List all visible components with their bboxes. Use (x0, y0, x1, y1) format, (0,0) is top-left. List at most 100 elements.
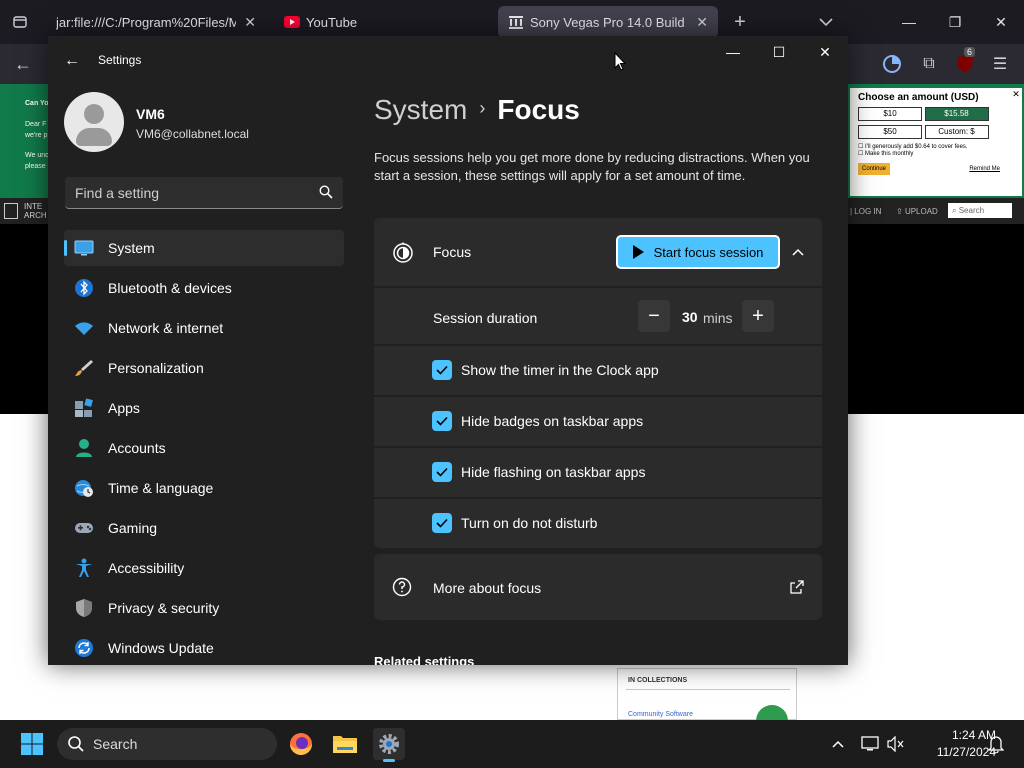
browser-tab-jar[interactable]: jar:file:///C:/Program%20Files/Moz ✕ (46, 6, 266, 38)
option-hide-badges[interactable]: Hide badges on taskbar apps (374, 397, 822, 446)
checkmark-icon (436, 416, 448, 426)
donate-box: Choose an amount (USD) $10 $15.58 $50 Cu… (850, 88, 1022, 196)
nav-item-network[interactable]: Network & internet (64, 310, 344, 346)
decrease-duration-button[interactable]: − (638, 300, 670, 332)
nav-label: Bluetooth & devices (108, 280, 232, 296)
checkmark-icon (436, 518, 448, 528)
option-do-not-disturb[interactable]: Turn on do not disturb (374, 499, 822, 548)
option-hide-flashing[interactable]: Hide flashing on taskbar apps (374, 448, 822, 497)
back-arrow-icon[interactable]: ← (12, 54, 34, 74)
banner-text-line: Can Yo (25, 100, 49, 107)
increase-duration-button[interactable]: + (742, 300, 774, 332)
tab-overview-icon[interactable] (8, 12, 32, 32)
user-email: VM6@collabnet.local (136, 127, 249, 141)
nav-item-gaming[interactable]: Gaming (64, 510, 344, 546)
nav-label: Windows Update (108, 640, 214, 656)
volume-muted-icon[interactable] (886, 734, 906, 754)
nav-label: Accessibility (108, 560, 185, 576)
nav-label: Time & language (108, 480, 214, 496)
chevron-up-icon[interactable] (790, 244, 806, 260)
amount-option[interactable]: $10 (858, 107, 922, 121)
taskbar-search[interactable]: Search (57, 728, 277, 760)
nav-item-bluetooth[interactable]: Bluetooth & devices (64, 270, 344, 306)
breadcrumb-parent[interactable]: System (374, 94, 467, 125)
ublock-icon[interactable]: 6 (954, 47, 976, 75)
option-label: Show the timer in the Clock app (461, 362, 659, 378)
browser-close-icon[interactable]: ✕ (978, 0, 1024, 44)
browser-tab-sony-vegas[interactable]: Sony Vegas Pro 14.0 Build 244 - ✕ (498, 6, 718, 38)
upload-link[interactable]: ⇪ UPLOAD (896, 207, 938, 216)
focus-label: Focus (433, 244, 472, 260)
extensions-icon[interactable]: ⧉ (918, 53, 940, 75)
browser-minimize-icon[interactable]: — (886, 0, 932, 44)
gamepad-icon (74, 518, 94, 538)
search-icon[interactable] (319, 185, 333, 199)
menu-icon[interactable]: ☰ (990, 54, 1010, 74)
new-tab-icon[interactable]: + (728, 10, 752, 34)
notification-bell-icon[interactable] (986, 734, 1006, 754)
firefox-icon[interactable] (285, 728, 317, 760)
youtube-icon (284, 16, 300, 28)
browser-tab-youtube[interactable]: YouTube (274, 6, 494, 38)
nav-item-system[interactable]: System (64, 230, 344, 266)
nav-item-apps[interactable]: Apps (64, 390, 344, 426)
focus-header-row[interactable]: Focus Start focus session (374, 218, 822, 286)
banner-text-line: we're p (25, 132, 48, 139)
nav-item-accessibility[interactable]: Accessibility (64, 550, 344, 586)
external-link-icon[interactable] (790, 580, 804, 594)
banner-text-line: We unc (25, 152, 49, 159)
custom-amount[interactable]: Custom: $ (924, 125, 989, 139)
settings-content: System › Focus Focus sessions help you get… (374, 36, 848, 665)
find-setting-box[interactable] (65, 177, 343, 209)
nav-item-time-language[interactable]: Time & language (64, 470, 344, 506)
focus-timer-icon (393, 242, 413, 263)
nav-item-accounts[interactable]: Accounts (64, 430, 344, 466)
nav-label: Privacy & security (108, 600, 220, 616)
brush-icon (74, 358, 94, 378)
monitor-icon (74, 238, 94, 258)
chevron-down-icon[interactable] (814, 12, 838, 32)
nav-item-windows-update[interactable]: Windows Update (64, 630, 344, 665)
settings-gear-icon[interactable] (373, 728, 405, 762)
nav-item-personalization[interactable]: Personalization (64, 350, 344, 386)
network-monitor-icon[interactable] (860, 734, 880, 754)
start-focus-session-button[interactable]: Start focus session (616, 235, 780, 269)
chevron-up-icon[interactable] (828, 734, 848, 754)
checkmark-icon (436, 365, 448, 375)
option-show-timer[interactable]: Show the timer in the Clock app (374, 346, 822, 395)
file-explorer-icon[interactable] (329, 728, 361, 760)
wifi-icon (74, 318, 94, 338)
close-banner-icon[interactable]: ✕ (1010, 88, 1022, 100)
collection-link[interactable]: Community Software (628, 711, 693, 718)
clock-time[interactable]: 1:24 AM (920, 728, 996, 742)
browser-restore-icon[interactable]: ❐ (932, 0, 978, 44)
amount-option[interactable]: $15.58 (924, 107, 989, 121)
page-description: Focus sessions help you get more done by… (374, 150, 810, 183)
related-settings-heading: Related settings (374, 654, 475, 665)
continue-button[interactable]: Continue (858, 163, 891, 175)
webpage-search-input[interactable]: ⌕ Search (948, 203, 1012, 218)
more-about-focus-label: More about focus (433, 580, 542, 596)
bluetooth-icon (74, 278, 94, 298)
checkbox[interactable] (432, 360, 452, 380)
user-name: VM6 (136, 106, 165, 122)
checkbox[interactable] (432, 513, 452, 533)
find-setting-input[interactable] (65, 177, 305, 208)
clock-date[interactable]: 11/27/2024 (910, 745, 996, 759)
nav-item-privacy[interactable]: Privacy & security (64, 590, 344, 626)
close-tab-icon[interactable]: ✕ (696, 14, 708, 31)
checkbox[interactable] (432, 462, 452, 482)
firefox-view-icon[interactable] (880, 53, 904, 75)
login-link[interactable]: | LOG IN (850, 207, 881, 216)
back-arrow-icon[interactable]: ← (64, 52, 80, 70)
nav-label: System (108, 240, 155, 256)
amount-option[interactable]: $50 (858, 125, 922, 139)
upload-label: UPLOAD (904, 207, 938, 216)
remind-me-link[interactable]: Remind Me (969, 166, 1000, 172)
banner-text-line: please (25, 163, 46, 170)
avatar (64, 92, 124, 152)
close-tab-icon[interactable]: ✕ (244, 14, 256, 31)
windows-start-icon[interactable] (20, 732, 44, 756)
checkbox[interactable] (432, 411, 452, 431)
more-about-focus-row[interactable]: More about focus (374, 554, 822, 620)
